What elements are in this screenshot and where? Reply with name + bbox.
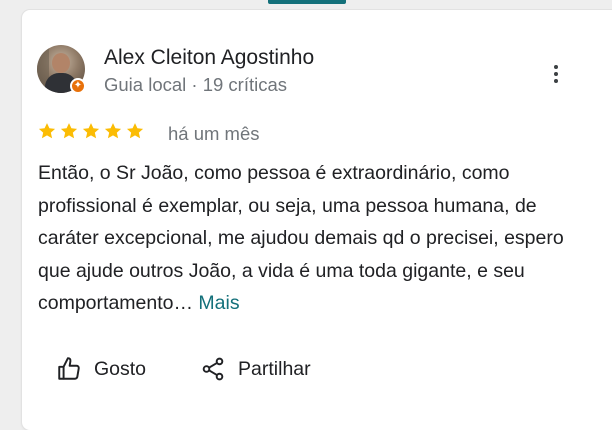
star-icon xyxy=(126,123,144,139)
thumb-up-icon xyxy=(58,357,80,380)
star-icon xyxy=(60,123,78,139)
star-rating xyxy=(37,121,145,141)
share-button[interactable]: Partilhar xyxy=(200,356,311,382)
review-date: há um mês xyxy=(168,123,260,144)
review-text: Então, o Sr João, como pessoa é extraord… xyxy=(38,157,578,320)
star-icon xyxy=(104,123,122,139)
more-vert-icon xyxy=(554,65,558,69)
author-avatar[interactable]: ✦ xyxy=(37,45,86,94)
author-name[interactable]: Alex Cleiton Agostinho xyxy=(104,46,314,70)
like-button[interactable]: Gosto xyxy=(56,356,146,382)
more-link[interactable]: Mais xyxy=(198,292,239,314)
share-icon xyxy=(202,357,224,381)
star-icon xyxy=(38,123,56,139)
star-icon xyxy=(82,123,100,139)
share-label: Partilhar xyxy=(238,357,311,380)
review-actions: Gosto Partilhar xyxy=(56,356,311,382)
more-options-button[interactable] xyxy=(546,60,566,88)
review-body: Então, o Sr João, como pessoa é extraord… xyxy=(38,162,564,314)
like-label: Gosto xyxy=(94,357,147,380)
author-meta: Guia local · 19 críticas xyxy=(104,74,288,95)
review-card: ✦ Alex Cleiton Agostinho Guia local · 19… xyxy=(22,10,612,430)
active-tab-indicator xyxy=(268,0,346,4)
local-guide-badge-icon: ✦ xyxy=(70,78,86,94)
